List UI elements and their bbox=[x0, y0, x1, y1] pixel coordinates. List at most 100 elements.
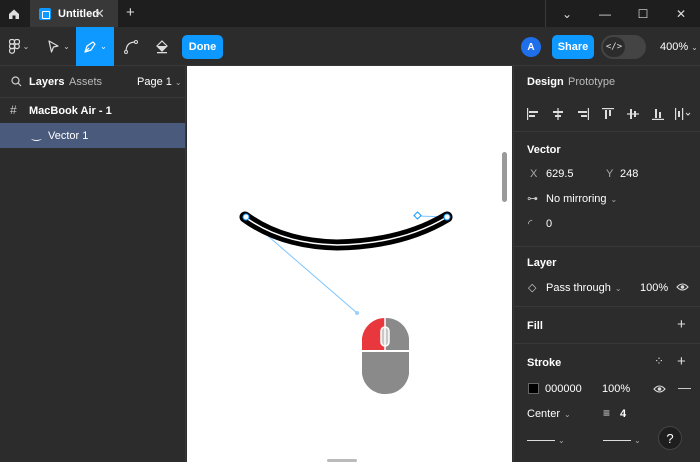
share-button[interactable]: Share bbox=[552, 35, 594, 59]
layers-panel: Layers Assets Page 1 ⌄ # MacBook Air - 1 … bbox=[0, 66, 186, 462]
align-horizontal-center-icon[interactable] bbox=[551, 107, 565, 121]
page-name: Page 1 bbox=[137, 76, 172, 88]
frame-layer-name: MacBook Air - 1 bbox=[29, 105, 112, 117]
chevron-down-icon: ⌄ bbox=[691, 43, 698, 52]
align-vertical-center-icon[interactable] bbox=[626, 107, 640, 121]
mirroring-dropdown[interactable]: No mirroring ⌄ bbox=[546, 193, 617, 205]
align-bottom-icon[interactable] bbox=[651, 107, 665, 121]
stroke-opacity-input[interactable]: 100% bbox=[602, 383, 630, 395]
x-label: X bbox=[530, 168, 538, 180]
window-menu-chevron-icon[interactable]: ⌄ bbox=[548, 0, 586, 27]
layer-row-vector[interactable]: ‿ Vector 1 bbox=[0, 123, 185, 148]
stroke-color-input[interactable]: 000000 bbox=[545, 383, 582, 395]
tab-layers[interactable]: Layers bbox=[29, 76, 64, 88]
canvas[interactable] bbox=[187, 66, 512, 462]
new-tab-button[interactable]: + bbox=[126, 4, 135, 21]
x-position-input[interactable]: 629.5 bbox=[546, 168, 574, 180]
mirroring-value: No mirroring bbox=[546, 193, 607, 205]
align-right-icon[interactable] bbox=[576, 107, 590, 121]
layers-panel-header: Layers Assets Page 1 ⌄ bbox=[0, 66, 186, 98]
tab-close-icon[interactable]: ✕ bbox=[94, 6, 105, 22]
vertical-scrollbar[interactable] bbox=[502, 152, 507, 202]
stroke-section-title: Stroke bbox=[527, 357, 562, 369]
stroke-weight-input[interactable]: 4 bbox=[620, 408, 626, 420]
add-fill-icon[interactable]: + bbox=[677, 316, 686, 333]
add-stroke-icon[interactable]: + bbox=[677, 353, 686, 370]
eye-icon[interactable] bbox=[676, 282, 689, 292]
tab-prototype[interactable]: Prototype bbox=[568, 76, 615, 88]
done-button[interactable]: Done bbox=[182, 35, 223, 59]
stroke-position-value: Center bbox=[527, 408, 561, 420]
stroke-weight-icon: ≡ bbox=[603, 406, 611, 420]
title-bar: Untitled ✕ + ⌄ — ☐ ✕ bbox=[0, 0, 700, 27]
chevron-down-icon: ⌄ bbox=[614, 284, 622, 293]
mirroring-icon: ⊶ bbox=[527, 193, 538, 205]
home-icon bbox=[8, 9, 19, 19]
blend-mode-value: Pass through bbox=[546, 282, 611, 294]
code-icon: </> bbox=[603, 37, 625, 57]
bend-tool-button[interactable] bbox=[118, 27, 144, 66]
chevron-down-icon: ⌄ bbox=[610, 195, 618, 204]
close-window-button[interactable]: ✕ bbox=[662, 0, 700, 27]
eye-icon[interactable] bbox=[653, 384, 666, 394]
chevron-down-icon: ⌄ bbox=[22, 42, 30, 51]
page-selector[interactable]: Page 1 ⌄ bbox=[137, 76, 182, 88]
distribute-icon[interactable] bbox=[674, 107, 692, 121]
frame-icon: # bbox=[10, 103, 17, 117]
align-top-icon[interactable] bbox=[601, 107, 615, 121]
stroke-end-cap-select[interactable] bbox=[603, 440, 631, 441]
chevron-down-icon: ⌄ bbox=[558, 436, 565, 445]
tab-design[interactable]: Design bbox=[527, 76, 564, 88]
zoom-dropdown[interactable]: 400% ⌄ bbox=[660, 41, 698, 53]
handle-point[interactable] bbox=[355, 311, 359, 315]
window-controls: ⌄ — ☐ ✕ bbox=[548, 0, 700, 27]
remove-stroke-icon[interactable]: — bbox=[678, 380, 691, 395]
styles-grid-icon[interactable]: ⁘ bbox=[654, 354, 664, 368]
paint-bucket-button[interactable] bbox=[150, 27, 174, 66]
search-icon[interactable] bbox=[11, 76, 22, 87]
corner-radius-input[interactable]: 0 bbox=[546, 218, 552, 230]
tab-title: Untitled bbox=[58, 7, 99, 20]
move-tool-button[interactable]: ⌄ bbox=[44, 27, 74, 66]
chevron-down-icon: ⌄ bbox=[564, 410, 571, 419]
main-menu-button[interactable]: ⌄ bbox=[4, 27, 34, 66]
vector-section: Vector X 629.5 Y 248 ⊶ No mirroring ⌄ ◜ 0 bbox=[514, 132, 700, 247]
corner-radius-icon: ◜ bbox=[528, 218, 533, 230]
anchor-point[interactable] bbox=[443, 213, 451, 221]
tab-assets[interactable]: Assets bbox=[69, 76, 102, 88]
stroke-start-cap-select[interactable] bbox=[527, 440, 555, 441]
figma-file-icon bbox=[39, 7, 51, 20]
layer-section-title: Layer bbox=[527, 257, 557, 269]
stroke-color-swatch[interactable] bbox=[528, 383, 539, 394]
paint-bucket-icon bbox=[156, 39, 168, 53]
toolbar: ⌄ ⌄ ⌄ Done A Share </> 400% ⌄ bbox=[0, 27, 700, 66]
chevron-down-icon: ⌄ bbox=[63, 42, 70, 51]
figma-logo-icon bbox=[8, 39, 20, 54]
blend-mode-dropdown[interactable]: Pass through ⌄ bbox=[546, 282, 622, 294]
stroke-position-dropdown[interactable]: Center ⌄ bbox=[527, 408, 571, 420]
properties-panel: Design Prototype Vector X 629.5 Y 248 ⊶ … bbox=[513, 66, 700, 462]
pen-icon bbox=[84, 40, 96, 53]
anchor-point[interactable] bbox=[242, 213, 250, 221]
chevron-down-icon: ⌄ bbox=[174, 78, 182, 87]
chevron-down-icon: ⌄ bbox=[634, 436, 641, 445]
vector-section-title: Vector bbox=[527, 144, 561, 156]
y-position-input[interactable]: 248 bbox=[620, 168, 638, 180]
canvas-drawing bbox=[239, 211, 453, 395]
bend-curve-icon bbox=[124, 39, 138, 54]
dev-mode-toggle[interactable]: </> bbox=[601, 35, 646, 59]
minimize-button[interactable]: — bbox=[586, 0, 624, 27]
align-left-icon[interactable] bbox=[526, 107, 540, 121]
properties-tabs: Design Prototype bbox=[514, 66, 700, 98]
mouse-left-click-icon bbox=[362, 317, 409, 395]
user-avatar[interactable]: A bbox=[521, 37, 541, 57]
vector-layer-icon: ‿ bbox=[32, 129, 41, 141]
pen-tool-button[interactable]: ⌄ bbox=[76, 27, 114, 66]
help-button[interactable]: ? bbox=[658, 426, 682, 450]
layer-section: Layer ◇ Pass through ⌄ 100% bbox=[514, 247, 700, 307]
maximize-button[interactable]: ☐ bbox=[624, 0, 662, 27]
handle-point[interactable] bbox=[413, 211, 422, 220]
layer-row-frame[interactable]: # MacBook Air - 1 bbox=[0, 99, 185, 123]
layer-opacity-input[interactable]: 100% bbox=[640, 282, 668, 294]
home-button[interactable] bbox=[0, 0, 27, 27]
